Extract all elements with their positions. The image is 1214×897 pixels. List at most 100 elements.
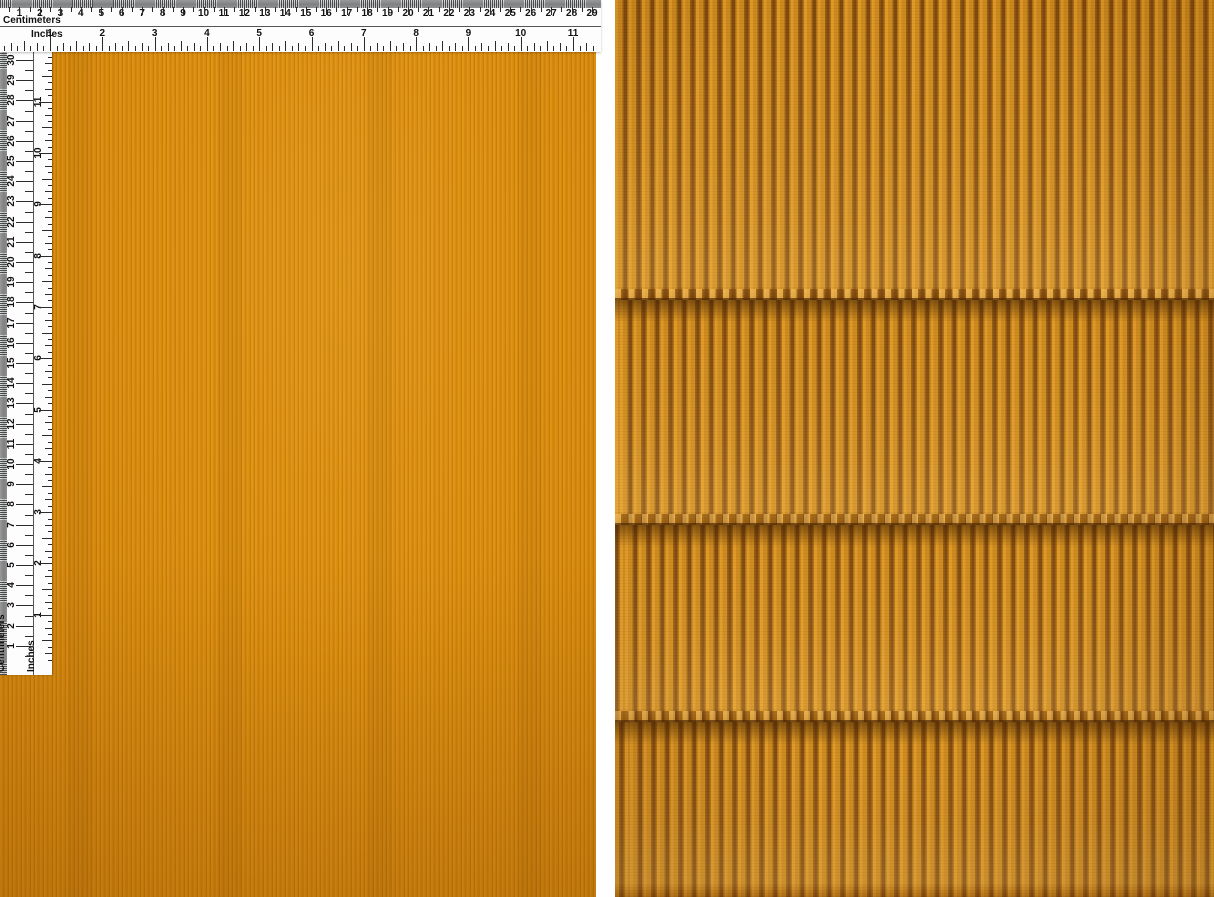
- inch-tick: [553, 46, 554, 52]
- inch-tick: [42, 384, 52, 385]
- inch-tick: [45, 191, 52, 192]
- inch-tick: [96, 46, 97, 52]
- cm-tick: [408, 7, 409, 15]
- cm-tick: [561, 7, 562, 12]
- fold-layer: [615, 0, 1214, 300]
- cm-tick: [16, 424, 33, 425]
- cm-tick: [316, 7, 317, 12]
- inch-tick: [344, 46, 345, 52]
- inch-tick: [45, 448, 52, 449]
- inch-tick: [573, 37, 574, 51]
- cm-tick: [173, 7, 174, 12]
- cm-tick: [25, 393, 33, 394]
- inch-tick: [547, 41, 548, 51]
- inch-tick: [48, 185, 53, 186]
- cm-tick: [16, 121, 33, 122]
- cm-tick: [234, 7, 235, 12]
- cm-tick: [30, 7, 31, 12]
- inch-tick: [45, 243, 52, 244]
- fold-sheen: [615, 0, 1214, 300]
- cm-tick: [25, 70, 33, 71]
- cm-tick: [16, 646, 33, 647]
- inch-tick: [63, 43, 64, 51]
- cm-tick: [25, 595, 33, 596]
- inch-tick: [48, 583, 53, 584]
- horizontal-ruler: Centimeters Inches 123456789101112131415…: [0, 0, 601, 52]
- inch-tick: [39, 410, 52, 411]
- cm-tick: [418, 7, 419, 12]
- inch-tick: [39, 615, 52, 616]
- cm-tick: [500, 7, 501, 12]
- cm-tick: [16, 525, 33, 526]
- inch-tick: [207, 37, 208, 51]
- cm-tick: [541, 7, 542, 12]
- cm-tick: [306, 7, 307, 15]
- inch-tick: [233, 41, 234, 51]
- cm-tick: [255, 7, 256, 12]
- cm-tick: [16, 585, 33, 586]
- inch-tick: [266, 46, 267, 52]
- inch-tick: [161, 46, 162, 52]
- cm-tick: [367, 7, 368, 15]
- inch-tick: [39, 512, 52, 513]
- inch-tick: [338, 41, 339, 51]
- cm-tick: [16, 383, 33, 384]
- inch-tick: [48, 429, 53, 430]
- inch-tick: [566, 46, 567, 52]
- inch-tick: [45, 576, 52, 577]
- inch-tick: [45, 89, 52, 90]
- inch-tick: [429, 43, 430, 51]
- inch-tick: [481, 43, 482, 51]
- inch-tick: [57, 46, 58, 52]
- inch-tick: [390, 41, 391, 51]
- inch-tick: [48, 570, 53, 571]
- inch-tick: [48, 339, 53, 340]
- inch-tick: [240, 46, 241, 52]
- cm-tick: [398, 7, 399, 12]
- cm-tick: [111, 7, 112, 12]
- cm-tick: [16, 363, 33, 364]
- cm-tick: [388, 7, 389, 15]
- inch-tick: [370, 46, 371, 52]
- cm-tick: [25, 151, 33, 152]
- inch-tick: [403, 43, 404, 51]
- inch-tick: [45, 294, 52, 295]
- cm-tick: [25, 414, 33, 415]
- inch-tick: [115, 43, 116, 51]
- inch-tick: [45, 320, 52, 321]
- flat-fabric-panel: [0, 0, 596, 897]
- inch-tick: [45, 602, 52, 603]
- inch-tick: [285, 41, 286, 51]
- inch-tick: [187, 46, 188, 52]
- inch-tick: [227, 46, 228, 52]
- cm-tick: [275, 7, 276, 12]
- cm-tick: [16, 323, 33, 324]
- cm-tick: [16, 302, 33, 303]
- inch-tick: [142, 43, 143, 51]
- inch-tick: [514, 46, 515, 52]
- inch-tick: [135, 46, 136, 52]
- cm-tick: [551, 7, 552, 15]
- inch-tick: [48, 147, 53, 148]
- inch-tick: [48, 595, 53, 596]
- inch-tick: [4, 46, 5, 52]
- cm-tick: [25, 272, 33, 273]
- fold-layer: [615, 525, 1214, 722]
- inch-tick: [39, 307, 52, 308]
- inch-tick: [50, 37, 51, 51]
- inch-tick: [155, 37, 156, 51]
- inch-tick: [48, 480, 53, 481]
- inch-tick: [48, 506, 53, 507]
- cm-tick: [16, 222, 33, 223]
- cm-tick: [60, 7, 61, 15]
- inch-tick: [325, 43, 326, 51]
- cm-tick: [428, 7, 429, 15]
- cm-tick: [459, 7, 460, 12]
- cm-tick: [101, 7, 102, 15]
- inch-tick: [11, 43, 12, 51]
- inch-tick: [45, 268, 52, 269]
- inch-tick: [48, 95, 53, 96]
- inch-tick: [48, 416, 53, 417]
- cm-tick: [25, 191, 33, 192]
- inch-tick: [272, 43, 273, 51]
